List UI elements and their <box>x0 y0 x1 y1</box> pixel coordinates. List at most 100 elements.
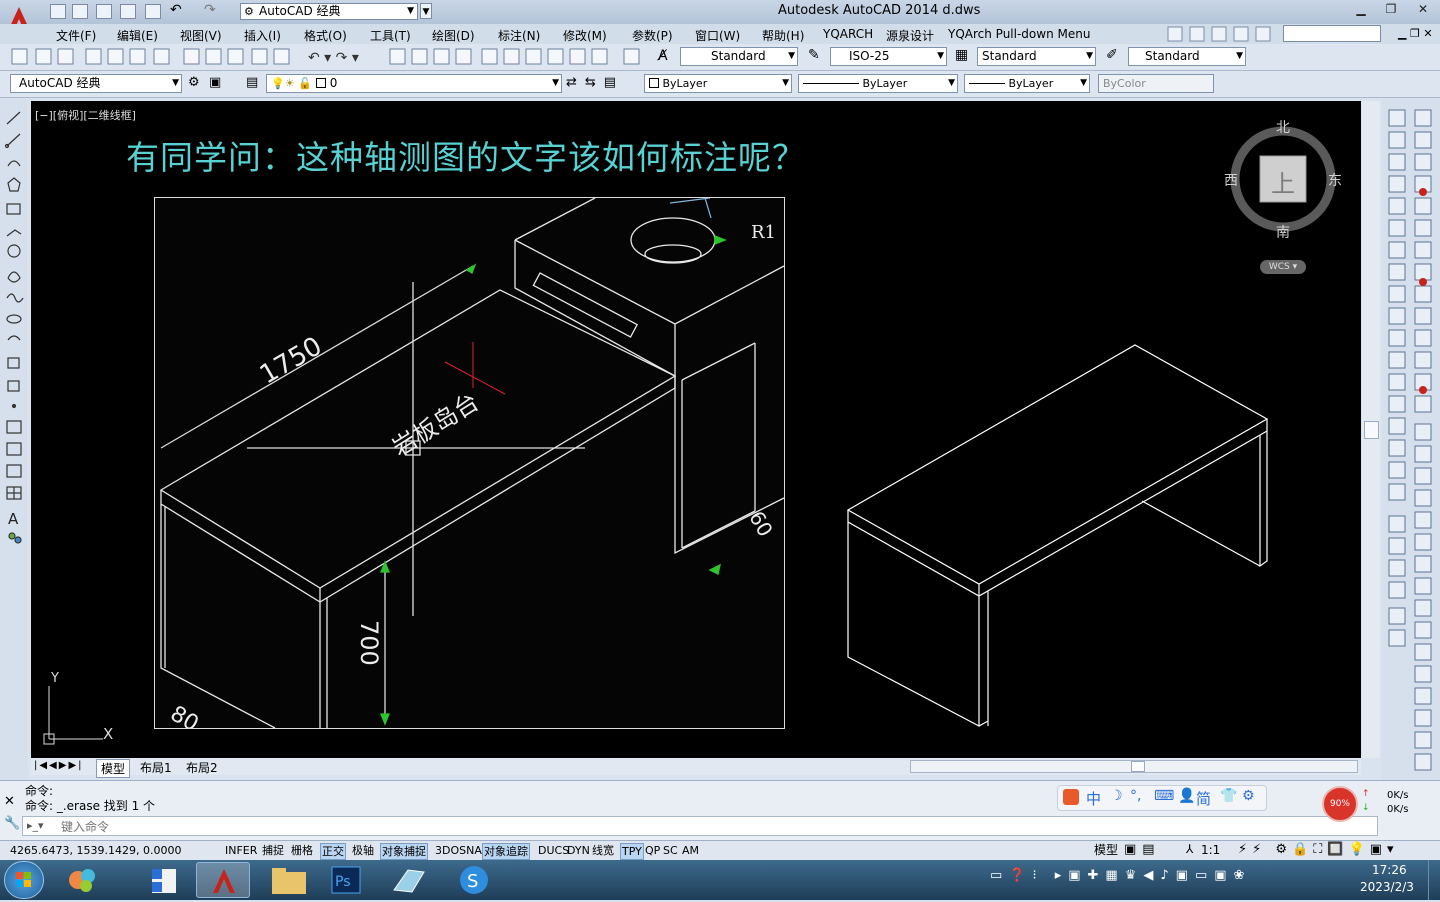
toggle-snap[interactable]: 捕捉 <box>261 843 285 858</box>
viewcube-south[interactable]: 南 <box>1276 222 1290 242</box>
standard-toolbar-icons[interactable]: ↶ ▾ ↷ ▾ <box>8 48 648 66</box>
maximize-button[interactable]: ❐ <box>1376 0 1406 18</box>
workspace-select[interactable]: ⚙ AutoCAD 经典 ▼ <box>240 3 418 20</box>
minimize-button[interactable]: ▁ <box>1346 0 1376 18</box>
toggle-polar[interactable]: 极轴 <box>351 843 375 858</box>
taskbar-app-sogou[interactable]: S <box>446 862 500 898</box>
taskbar-app-filemanager[interactable] <box>138 862 192 898</box>
menu-dimension[interactable]: 标注(N) <box>498 27 540 44</box>
start-button[interactable] <box>4 861 44 899</box>
show-desktop-button[interactable] <box>1428 860 1440 900</box>
lineweight-select[interactable]: ByLayer ▼ <box>964 74 1090 93</box>
coordinates-readout[interactable]: 4265.6473, 1539.1429, 0.0000 <box>10 844 181 857</box>
menu-view[interactable]: 视图(V) <box>180 27 222 44</box>
toggle-tpy[interactable]: TPY <box>620 843 644 860</box>
horizontal-scrollbar[interactable] <box>910 760 1358 773</box>
toggle-otrack[interactable]: 对象追踪 <box>482 843 530 860</box>
close-icon[interactable]: ✕ <box>4 794 15 809</box>
annotation-scale[interactable]: 1:1 <box>1200 843 1221 858</box>
menu-insert[interactable]: 插入(I) <box>244 27 281 44</box>
status-tray-icons[interactable]: ⚡⚡ ⚙🔒⛶🔲💡▣▾ <box>1238 842 1399 857</box>
viewcube-west[interactable]: 西 <box>1224 170 1238 190</box>
text-style-select[interactable]: Standard ▼ <box>680 47 798 66</box>
undo-icon[interactable]: ↶ <box>170 2 182 18</box>
save-as-icon[interactable] <box>120 4 136 19</box>
quick-access-dropdown[interactable]: ▼ <box>420 3 432 19</box>
color-select[interactable]: ByLayer ▼ <box>644 74 792 93</box>
menu-yuanquan[interactable]: 源泉设计 <box>886 27 934 44</box>
menu-format[interactable]: 格式(O) <box>304 27 347 44</box>
print-icon[interactable] <box>145 4 161 19</box>
tab-navigation-arrows[interactable]: |◀◀▶▶| <box>34 760 84 771</box>
ime-simplified-mode[interactable]: 简 <box>1196 788 1211 809</box>
command-line[interactable]: ▸_▾ <box>22 816 1378 836</box>
menu-draw[interactable]: 绘图(D) <box>432 27 475 44</box>
doc-window-controls[interactable]: ▁ ❐ ✕ <box>1398 27 1433 40</box>
taskbar-app-autocad[interactable] <box>196 862 250 898</box>
system-tray-icons[interactable]: ▭❓⁝ ▸▣✚▦♛◀♪▣▭▣❀ <box>990 868 1350 890</box>
save-icon[interactable] <box>96 4 112 19</box>
layer-select[interactable]: 💡☀ 🔓 0 ▼ <box>266 74 562 93</box>
toggle-osnap[interactable]: 对象捕捉 <box>380 843 428 860</box>
taskbar-app-explorer[interactable] <box>262 862 316 898</box>
menu-window[interactable]: 窗口(W) <box>695 27 740 44</box>
tab-model[interactable]: 模型 <box>96 759 131 778</box>
vertical-scroll-thumb[interactable] <box>1364 421 1379 439</box>
table-isometric-drawing[interactable] <box>31 101 1361 758</box>
gear-icon[interactable]: ⚙ <box>1242 788 1255 804</box>
menu-edit[interactable]: 编辑(E) <box>117 27 158 44</box>
viewcube-top-label[interactable]: 上 <box>1271 164 1295 199</box>
taskbar-app-eraser[interactable] <box>382 862 436 898</box>
ime-toolbar[interactable]: 中 ☽ °, ⌨ 👤 简 👕 ⚙ <box>1057 785 1267 811</box>
new-file-icon[interactable] <box>50 4 66 19</box>
search-input[interactable] <box>1283 25 1381 42</box>
accelerator-ball[interactable]: 90% <box>1322 786 1358 822</box>
horizontal-scroll-thumb[interactable] <box>1131 761 1145 772</box>
taskbar-app-palette[interactable] <box>56 862 110 898</box>
toggle-infer[interactable]: INFER <box>224 843 258 858</box>
tab-layout1[interactable]: 布局1 <box>136 759 176 776</box>
modify-tool-icons[interactable] <box>1386 108 1408 653</box>
layer-properties-icon[interactable]: ▤ <box>246 75 258 90</box>
wrench-icon[interactable]: 🔧 <box>4 816 20 831</box>
command-input[interactable] <box>59 818 1363 835</box>
clock-time[interactable]: 17:26 <box>1372 863 1407 877</box>
vertical-scrollbar[interactable] <box>1362 101 1380 758</box>
toggle-lineweight[interactable]: 线宽 <box>591 843 615 858</box>
drawing-canvas[interactable]: [−][俯视][二维线框] 有同学问：这种轴测图的文字该如何标注呢？ 1750 … <box>31 101 1361 758</box>
moon-icon[interactable]: ☽ <box>1110 788 1123 804</box>
yqarch-tool-icons[interactable] <box>1412 108 1434 773</box>
layer-tools-icons[interactable]: ⇄⇆▤ <box>566 75 624 90</box>
toggle-grid[interactable]: 栅格 <box>290 843 314 858</box>
toggle-dyn[interactable]: DYN <box>566 843 591 858</box>
dim-style-select[interactable]: ISO-25 ▼ <box>830 47 947 66</box>
open-file-icon[interactable] <box>72 4 88 19</box>
layout-view-icons[interactable]: ▣▤ <box>1124 842 1161 857</box>
menu-yqarch-pulldown[interactable]: YQArch Pull-down Menu <box>948 27 1090 41</box>
close-button[interactable]: ✕ <box>1406 0 1440 18</box>
menu-tools[interactable]: 工具(T) <box>370 27 411 44</box>
gear-icon[interactable]: ⚙ <box>188 75 200 90</box>
taskbar-app-photoshop[interactable]: Ps <box>320 862 374 898</box>
workspace-combo[interactable]: AutoCAD 经典 ▼ <box>10 74 182 93</box>
multileader-style-select[interactable]: Standard ▼ <box>1128 47 1246 66</box>
menu-help[interactable]: 帮助(H) <box>762 27 804 44</box>
model-space-button[interactable]: 模型 <box>1093 843 1119 858</box>
tab-layout2[interactable]: 布局2 <box>182 759 222 776</box>
viewcube-east[interactable]: 东 <box>1328 170 1342 190</box>
user-icon[interactable]: 👤 <box>1178 788 1195 804</box>
draw-tool-icons[interactable]: A <box>4 108 24 548</box>
ime-chinese-mode[interactable]: 中 <box>1086 788 1101 809</box>
keyboard-icon[interactable]: ⌨ <box>1154 788 1174 804</box>
menu-yqarch[interactable]: YQARCH <box>823 27 873 41</box>
linetype-select[interactable]: ByLayer ▼ <box>798 74 958 93</box>
toggle-ortho[interactable]: 正交 <box>320 843 346 860</box>
plotstyle-select[interactable]: ByColor <box>1098 74 1214 93</box>
workspace-settings-icon[interactable]: ▣ <box>209 75 221 90</box>
menu-modify[interactable]: 修改(M) <box>563 27 607 44</box>
toggle-sc[interactable]: SC <box>662 843 679 858</box>
wcs-menu-button[interactable]: WCS ▾ <box>1260 260 1306 274</box>
viewcube-north[interactable]: 北 <box>1276 117 1290 137</box>
annotation-scale-icon[interactable]: ⅄ <box>1186 842 1193 856</box>
table-style-select[interactable]: Standard ▼ <box>977 47 1096 66</box>
